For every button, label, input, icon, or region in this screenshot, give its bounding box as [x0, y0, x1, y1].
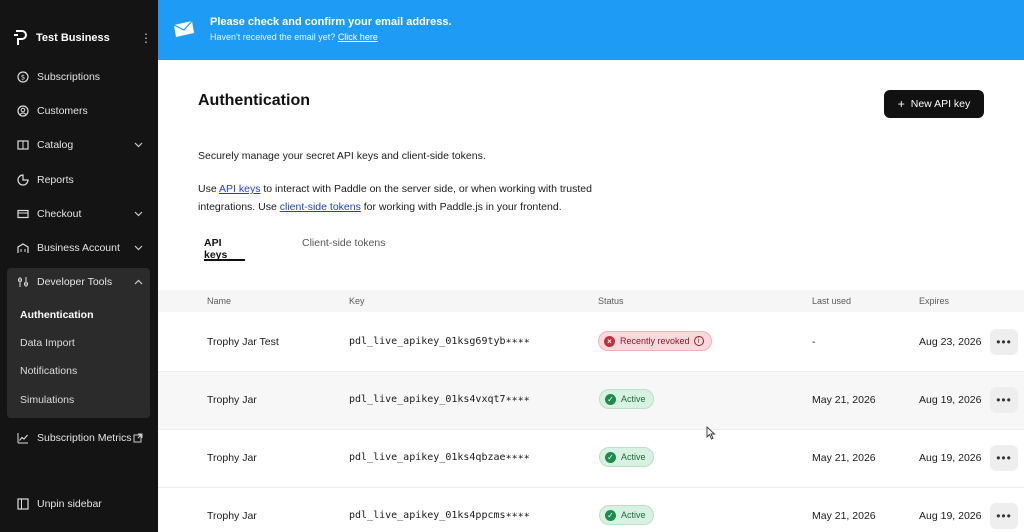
main-content: Please check and confirm your email addr…: [158, 0, 1024, 532]
envelope-icon: [173, 20, 195, 38]
row-name: Trophy Jar: [207, 510, 257, 522]
sidebar: Test Business ⋮ $ Subscriptions Customer…: [0, 0, 158, 532]
developer-tools-icon: [16, 275, 30, 289]
paddle-logo-icon: [14, 29, 28, 47]
row-expires: Aug 19, 2026: [919, 394, 982, 406]
row-last-used: -: [812, 336, 816, 348]
row-name: Trophy Jar: [207, 452, 257, 464]
sidebar-item-developer-tools[interactable]: Developer Tools: [8, 268, 150, 296]
check-circle-icon: ✓: [605, 393, 616, 405]
table-row[interactable]: Trophy Jar pdl_live_apikey_01ks4vxqt7∗∗∗…: [158, 372, 1024, 430]
sidebar-subitem-simulations[interactable]: Simulations: [20, 390, 74, 410]
chevron-down-icon: [132, 208, 144, 220]
business-switcher[interactable]: Test Business ⋮: [14, 28, 152, 48]
row-expires: Aug 23, 2026: [919, 336, 982, 348]
business-name: Test Business: [36, 32, 110, 44]
usage-description: Use API keys to interact with Paddle on …: [198, 183, 592, 213]
sidebar-item-catalog[interactable]: Catalog: [8, 131, 150, 159]
row-expires: Aug 19, 2026: [919, 510, 982, 522]
row-expires: Aug 19, 2026: [919, 452, 982, 464]
x-circle-icon: ×: [604, 335, 615, 347]
mouse-cursor-icon: [706, 425, 716, 440]
chevron-down-icon: [132, 242, 144, 254]
table-row[interactable]: Trophy Jar pdl_live_apikey_01ks4ppcms∗∗∗…: [158, 488, 1024, 532]
status-badge: ✓ Active: [599, 389, 654, 409]
banner-click-here-link[interactable]: Click here: [338, 32, 378, 42]
tab-api-keys[interactable]: API keys: [204, 237, 245, 261]
row-last-used: May 21, 2026: [812, 452, 876, 464]
row-more-button[interactable]: •••: [990, 329, 1018, 355]
page-title: Authentication: [198, 92, 310, 109]
banner-subtitle: Haven't received the email yet? Click he…: [210, 32, 378, 42]
unpin-sidebar-button[interactable]: Unpin sidebar: [8, 490, 150, 518]
row-more-button[interactable]: •••: [990, 445, 1018, 471]
table-row[interactable]: Trophy Jar pdl_live_apikey_01ks4qbzae∗∗∗…: [158, 430, 1024, 488]
sidebar-item-customers[interactable]: Customers: [8, 97, 150, 125]
client-side-tokens-link[interactable]: client-side tokens: [280, 201, 361, 213]
customers-icon: [16, 104, 30, 118]
sidebar-subitem-notifications[interactable]: Notifications: [20, 361, 77, 381]
row-name: Trophy Jar: [207, 394, 257, 406]
kebab-menu-icon[interactable]: ⋮: [140, 31, 152, 45]
row-key: pdl_live_apikey_01ks4qbzae∗∗∗∗: [349, 452, 530, 463]
external-link-icon: [132, 432, 144, 444]
sidebar-item-subscriptions[interactable]: $ Subscriptions: [8, 63, 150, 91]
status-badge: × Recently revoked i: [598, 331, 712, 351]
chevron-up-icon: [132, 276, 144, 288]
chevron-down-icon: [132, 139, 144, 151]
check-circle-icon: ✓: [605, 509, 616, 521]
api-keys-link[interactable]: API keys: [219, 183, 260, 195]
email-confirm-banner: Please check and confirm your email addr…: [158, 0, 1024, 60]
column-key: Key: [349, 296, 365, 306]
business-account-icon: [16, 241, 30, 255]
subscriptions-icon: $: [16, 70, 30, 84]
row-more-button[interactable]: •••: [990, 503, 1018, 529]
checkout-icon: [16, 207, 30, 221]
row-more-button[interactable]: •••: [990, 387, 1018, 413]
sidebar-collapse-icon: [16, 497, 30, 511]
catalog-icon: [16, 138, 30, 152]
sidebar-item-subscription-metrics[interactable]: Subscription Metrics: [8, 424, 150, 452]
plus-icon: +: [897, 97, 905, 111]
reports-icon: [16, 173, 30, 187]
table-row[interactable]: Trophy Jar Test pdl_live_apikey_01ksg69t…: [158, 314, 1024, 372]
sidebar-item-reports[interactable]: Reports: [8, 166, 150, 194]
column-last-used: Last used: [812, 296, 852, 306]
page-description: Securely manage your secret API keys and…: [198, 150, 486, 162]
row-last-used: May 21, 2026: [812, 510, 876, 522]
row-key: pdl_live_apikey_01ks4ppcms∗∗∗∗: [349, 510, 530, 521]
column-expires: Expires: [919, 296, 950, 306]
table-header: Name Key Status Last used Expires: [158, 290, 1024, 312]
status-badge: ✓ Active: [599, 447, 654, 467]
banner-title: Please check and confirm your email addr…: [210, 16, 452, 28]
row-last-used: May 21, 2026: [812, 394, 876, 406]
row-key: pdl_live_apikey_01ks4vxqt7∗∗∗∗: [349, 394, 530, 405]
sidebar-subitem-authentication[interactable]: Authentication: [20, 305, 94, 325]
info-icon[interactable]: i: [693, 336, 704, 346]
column-name: Name: [207, 296, 232, 306]
column-status: Status: [598, 296, 624, 306]
sidebar-subitem-data-import[interactable]: Data Import: [20, 333, 75, 353]
chart-line-icon: [16, 431, 30, 445]
new-api-key-button[interactable]: + New API key: [884, 90, 984, 118]
check-circle-icon: ✓: [605, 451, 616, 463]
sidebar-item-business-account[interactable]: Business Account: [8, 234, 150, 262]
tab-client-side-tokens[interactable]: Client-side tokens: [302, 237, 385, 261]
status-badge: ✓ Active: [599, 505, 654, 525]
sidebar-item-checkout[interactable]: Checkout: [8, 200, 150, 228]
svg-text:$: $: [21, 74, 25, 82]
row-key: pdl_live_apikey_01ksg69tyb∗∗∗∗: [349, 336, 530, 347]
row-name: Trophy Jar Test: [207, 336, 279, 348]
